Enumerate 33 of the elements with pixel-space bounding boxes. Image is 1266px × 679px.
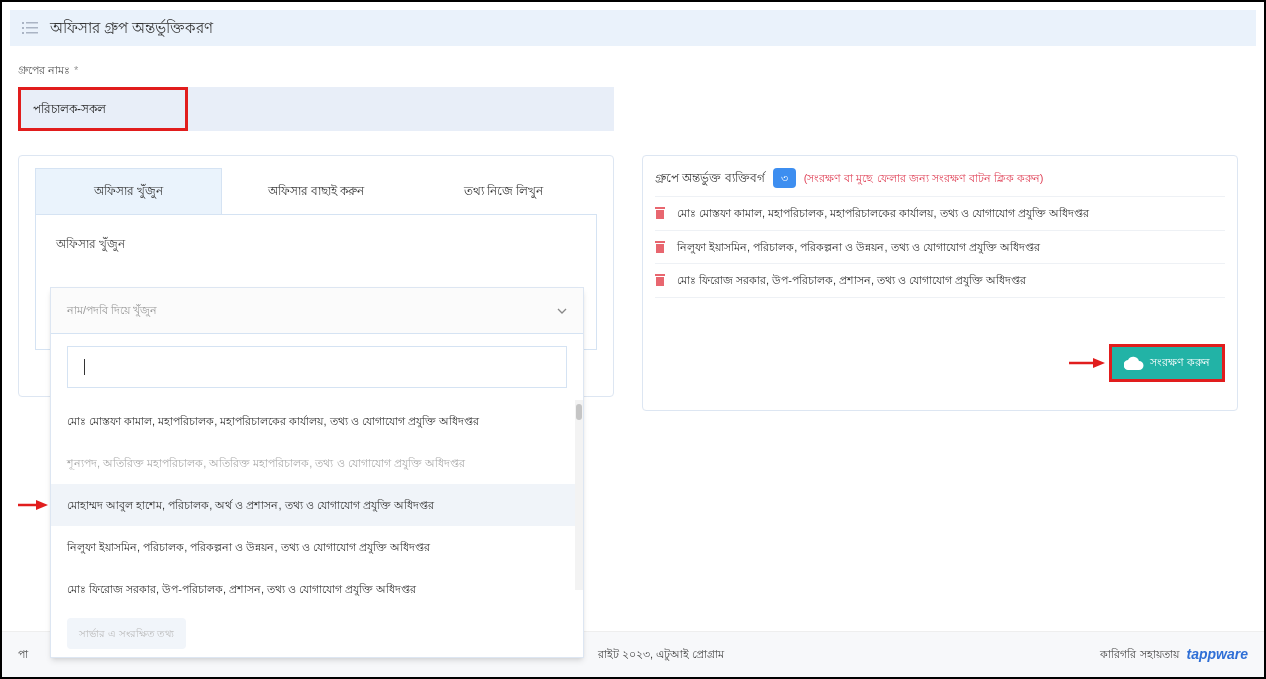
dropdown-option[interactable]: মোঃ মোস্তফা কামাল, মহাপরিচালক, মহাপরিচালকের কার্যালয়, তথ্য ও যোগাযোগ প্রযুক্তি অধিদপ্তর <box>51 400 575 442</box>
chevron-down-icon <box>557 307 567 314</box>
required-mark: * <box>74 63 79 78</box>
dropdown-option[interactable]: মোহাম্মদ আবুল হাশেম, পরিচালক, অর্থ ও প্রশাসন, তথ্য ও যোগাযোগ প্রযুক্তি অধিদপ্তর <box>51 484 575 526</box>
members-title: গ্রুপে অন্তর্ভুক্ত ব্যক্তিবর্গ <box>655 169 765 187</box>
search-input[interactable] <box>67 346 567 388</box>
trash-icon[interactable] <box>655 240 665 253</box>
text-cursor-icon <box>84 359 85 375</box>
tab[interactable]: অফিসার খুঁজুন <box>35 167 223 214</box>
tab[interactable]: তথ্য নিজে লিখুন <box>409 167 597 214</box>
dropdown-option[interactable]: নিলুফা ইয়াসমিন, পরিচালক, পরিকল্পনা ও উন্নয়ন, তথ্য ও যোগাযোগ প্রযুক্তি অধিদপ্তর <box>51 526 575 568</box>
tab[interactable]: অফিসার বাছাই করুন <box>222 167 410 214</box>
count-badge: ৩ <box>772 167 796 188</box>
copyright-text: রাইট ২০২৩, এটুআই প্রোগ্রাম <box>598 647 725 663</box>
member-item: মোঃ ফিরোজ সরকার, উপ-পরিচালক, প্রশাসন, তথ্য ও যোগাযোগ প্রযুক্তি অধিদপ্তর <box>677 273 1027 289</box>
member-item: নিলুফা ইয়াসমিন, পরিচালক, পরিকল্পনা ও উন্নয়ন, তথ্য ও যোগাযোগ প্রযুক্তি অধিদপ্তর <box>677 239 1040 255</box>
search-label: অফিসার খুঁজুন <box>56 235 127 253</box>
field-value: পরিচালক-সকল <box>33 100 106 118</box>
footer-fragment: পা <box>18 647 28 663</box>
field-label: গ্রুপের নামঃ <box>18 63 71 78</box>
members-note: (সংরক্ষণ বা মুছে ফেলার জন্য সংরক্ষণ বাটন ক্লিক করুন) <box>803 170 1044 186</box>
list-icon <box>22 21 38 35</box>
dropdown-option[interactable]: মোঃ ফিরোজ সরকার, উপ-পরিচালক, প্রশাসন, তথ্য ও যোগাযোগ প্রযুক্তি অধিদপ্তর <box>51 568 575 610</box>
annotation-arrow-icon <box>1068 357 1105 368</box>
support-text: কারিগরি সহায়তায় <box>1100 647 1179 663</box>
brand-logo: tappware <box>1186 645 1248 664</box>
cloud-icon <box>1123 355 1144 370</box>
select-placeholder: নাম/পদবি দিয়ে খুঁজুন <box>67 303 158 319</box>
trash-icon[interactable] <box>655 274 665 287</box>
member-item: মোঃ মোস্তফা কামাল, মহাপরিচালক, মহাপরিচালকের কার্যালয়, তথ্য ও যোগাযোগ প্রযুক্তি অধিদপ্তর <box>677 206 1089 222</box>
group-name-field[interactable]: পরিচালক-সকল <box>18 86 614 131</box>
page-title: অফিসার গ্রুপ অন্তর্ভুক্তিকরণ <box>50 17 214 39</box>
trash-icon[interactable] <box>655 207 665 220</box>
